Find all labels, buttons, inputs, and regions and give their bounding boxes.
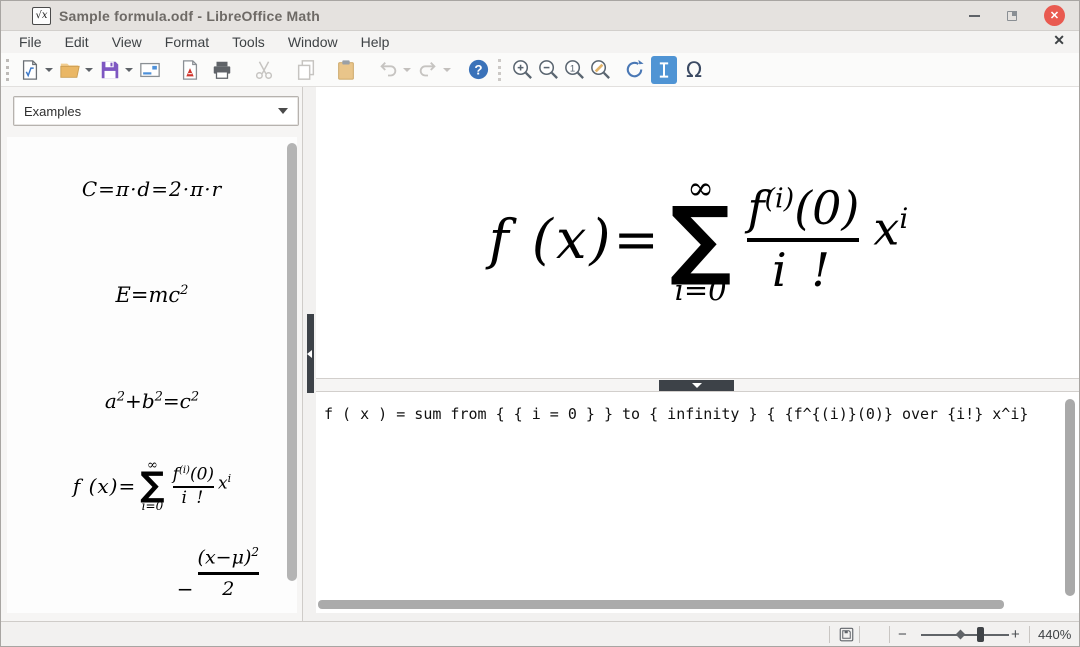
zoom-out-icon: [537, 58, 560, 81]
open-folder-icon: [59, 59, 81, 81]
formula-cursor-button[interactable]: [651, 56, 677, 84]
zoom-out-button[interactable]: [535, 56, 561, 84]
menubar: File Edit View Format Tools Window Help …: [1, 31, 1079, 53]
menu-help[interactable]: Help: [351, 34, 400, 50]
elements-category-value: Examples: [24, 104, 81, 119]
menu-edit[interactable]: Edit: [55, 34, 99, 50]
zoom-100-icon: 1: [563, 58, 586, 81]
omega-icon: Ω: [686, 58, 702, 82]
save-status-icon: [839, 627, 854, 642]
toolbar-grip[interactable]: [6, 59, 10, 81]
toolbar-separator: [498, 59, 502, 81]
envelope-icon: [139, 59, 161, 81]
app-icon: √x: [32, 7, 51, 25]
sum-symbol: ∑: [140, 472, 164, 500]
paste-icon: [335, 59, 357, 81]
command-editor[interactable]: f ( x ) = sum from { { i = 0 } } to { in…: [316, 392, 1080, 613]
symbols-button[interactable]: Ω: [681, 56, 707, 84]
undo-button[interactable]: [375, 56, 401, 84]
menu-tools[interactable]: Tools: [222, 34, 275, 50]
vertical-splitter[interactable]: [303, 87, 316, 623]
zoom-100-button[interactable]: 1: [561, 56, 587, 84]
elements-category-select[interactable]: Examples: [13, 96, 299, 126]
statusbar: − + 440%: [1, 621, 1079, 646]
horizontal-splitter-handle[interactable]: [659, 380, 734, 391]
print-button[interactable]: [209, 56, 235, 84]
close-document-icon[interactable]: ✕: [1053, 32, 1065, 49]
elements-panel: Examples C=π·d=2·π·r E=mc2 a2+b2=c2 f (x…: [1, 87, 303, 623]
editor-vertical-scrollbar[interactable]: [1065, 399, 1075, 596]
zoom-slider-center-mark: [956, 630, 966, 640]
menu-view[interactable]: View: [102, 34, 152, 50]
rendered-formula: f (x)= ∞ ∑ i=0 f(i)(0) i ! xi: [489, 172, 909, 308]
standard-toolbar: ? 1: [1, 53, 1079, 87]
window-title: Sample formula.odf - LibreOffice Math: [59, 8, 320, 24]
sum-symbol: ∑: [670, 204, 732, 275]
redo-icon: [417, 59, 439, 81]
example-gaussian-fragment[interactable]: − (x−μ)2 2: [177, 545, 259, 601]
editor-horizontal-scrollbar[interactable]: [318, 600, 1004, 609]
paste-button[interactable]: [333, 56, 359, 84]
command-input[interactable]: f ( x ) = sum from { { i = 0 } } to { in…: [316, 392, 1080, 423]
chevron-down-icon: [278, 108, 288, 114]
zoom-slider-minus[interactable]: −: [898, 626, 907, 643]
main-area: f (x)= ∞ ∑ i=0 f(i)(0) i ! xi f ( x ) = …: [316, 87, 1080, 623]
zoom-in-icon: [511, 58, 534, 81]
save-dropdown-arrow[interactable]: [123, 56, 135, 84]
update-icon: [623, 58, 646, 81]
examples-list: C=π·d=2·π·r E=mc2 a2+b2=c2 f (x)= ∞ ∑ i=…: [7, 137, 297, 613]
undo-icon: [377, 59, 399, 81]
vertical-splitter-handle[interactable]: [307, 314, 314, 393]
menu-file[interactable]: File: [9, 34, 52, 50]
restore-icon[interactable]: [1007, 11, 1017, 21]
svg-text:1: 1: [569, 63, 574, 74]
menu-window[interactable]: Window: [278, 34, 348, 50]
new-formula-icon: [19, 59, 41, 81]
new-dropdown-arrow[interactable]: [43, 56, 55, 84]
cut-icon: [253, 59, 275, 81]
example-circumference[interactable]: C=π·d=2·π·r: [7, 177, 297, 201]
copy-button[interactable]: [293, 56, 319, 84]
export-pdf-button[interactable]: [177, 56, 203, 84]
help-button[interactable]: ?: [465, 56, 491, 84]
redo-dropdown-arrow[interactable]: [441, 56, 453, 84]
example-taylor-series[interactable]: f (x)= ∞ ∑ i=0 f(i)(0) i ! xi: [7, 459, 297, 514]
titlebar: √x Sample formula.odf - LibreOffice Math…: [1, 1, 1079, 31]
zoom-slider-thumb[interactable]: [977, 627, 984, 642]
zoom-pan-icon: [589, 58, 612, 81]
example-emc2[interactable]: E=mc2: [7, 283, 297, 307]
help-icon: ?: [467, 58, 490, 81]
open-dropdown-arrow[interactable]: [83, 56, 95, 84]
menu-format[interactable]: Format: [155, 34, 219, 50]
close-icon[interactable]: ✕: [1044, 5, 1065, 26]
formula-view: f (x)= ∞ ∑ i=0 f(i)(0) i ! xi: [316, 87, 1080, 378]
export-pdf-icon: [179, 59, 201, 81]
save-icon: [99, 59, 121, 81]
svg-text:?: ?: [474, 62, 482, 77]
sidebar-scrollbar[interactable]: [287, 143, 297, 581]
copy-icon: [295, 59, 317, 81]
fraction-bar: [198, 572, 259, 575]
cut-button[interactable]: [251, 56, 277, 84]
new-formula-button[interactable]: [17, 56, 43, 84]
update-button[interactable]: [621, 56, 647, 84]
print-icon: [211, 59, 233, 81]
email-document-button[interactable]: [137, 56, 163, 84]
fraction-bar: [747, 238, 859, 242]
redo-button[interactable]: [415, 56, 441, 84]
undo-dropdown-arrow[interactable]: [401, 56, 413, 84]
zoom-percentage[interactable]: 440%: [1038, 627, 1071, 642]
example-pythagoras[interactable]: a2+b2=c2: [7, 389, 297, 413]
libreoffice-math-window: √x Sample formula.odf - LibreOffice Math…: [0, 0, 1080, 647]
zoom-in-button[interactable]: [509, 56, 535, 84]
zoom-pan-button[interactable]: [587, 56, 613, 84]
formula-cursor-icon: [654, 60, 674, 80]
zoom-slider-plus[interactable]: +: [1011, 626, 1020, 643]
chevron-left-icon: [307, 350, 312, 358]
open-button[interactable]: [57, 56, 83, 84]
chevron-down-icon: [692, 383, 702, 388]
save-button[interactable]: [97, 56, 123, 84]
horizontal-splitter[interactable]: [316, 378, 1080, 392]
minimize-icon[interactable]: [969, 15, 980, 17]
